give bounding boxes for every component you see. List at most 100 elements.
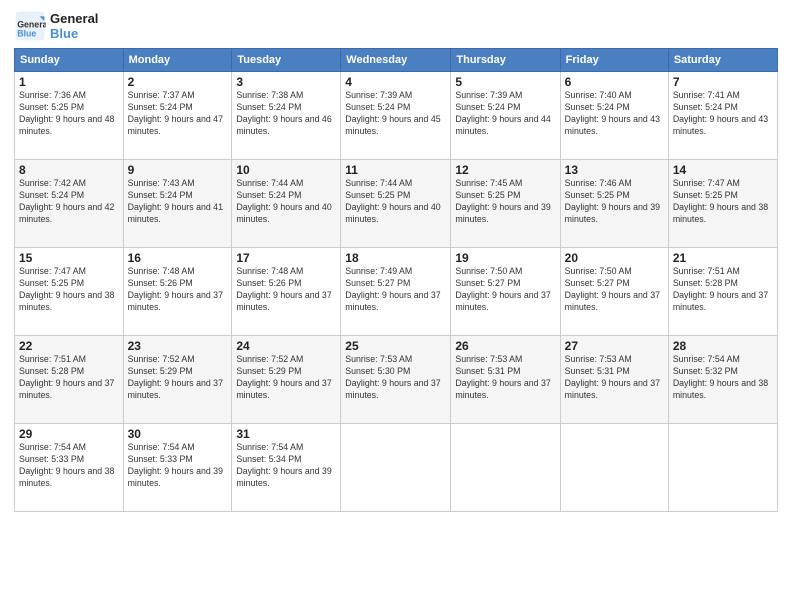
day-info: Sunrise: 7:39 AMSunset: 5:24 PMDaylight:… xyxy=(345,90,446,138)
calendar-cell: 12 Sunrise: 7:45 AMSunset: 5:25 PMDaylig… xyxy=(451,160,560,248)
weekday-header-sunday: Sunday xyxy=(15,49,124,72)
logo-text-line2: Blue xyxy=(50,26,98,41)
calendar-cell: 7 Sunrise: 7:41 AMSunset: 5:24 PMDayligh… xyxy=(668,72,777,160)
day-number: 5 xyxy=(455,75,555,89)
weekday-header-friday: Friday xyxy=(560,49,668,72)
weekday-header-row: SundayMondayTuesdayWednesdayThursdayFrid… xyxy=(15,49,778,72)
day-number: 9 xyxy=(128,163,228,177)
day-info: Sunrise: 7:46 AMSunset: 5:25 PMDaylight:… xyxy=(565,178,664,226)
calendar-cell xyxy=(341,424,451,512)
day-info: Sunrise: 7:47 AMSunset: 5:25 PMDaylight:… xyxy=(673,178,773,226)
calendar-table: SundayMondayTuesdayWednesdayThursdayFrid… xyxy=(14,48,778,512)
day-number: 13 xyxy=(565,163,664,177)
calendar-cell: 19 Sunrise: 7:50 AMSunset: 5:27 PMDaylig… xyxy=(451,248,560,336)
day-number: 10 xyxy=(236,163,336,177)
calendar-cell xyxy=(560,424,668,512)
calendar-cell: 28 Sunrise: 7:54 AMSunset: 5:32 PMDaylig… xyxy=(668,336,777,424)
calendar-cell: 22 Sunrise: 7:51 AMSunset: 5:28 PMDaylig… xyxy=(15,336,124,424)
weekday-header-monday: Monday xyxy=(123,49,232,72)
day-info: Sunrise: 7:51 AMSunset: 5:28 PMDaylight:… xyxy=(673,266,773,314)
day-number: 29 xyxy=(19,427,119,441)
day-info: Sunrise: 7:42 AMSunset: 5:24 PMDaylight:… xyxy=(19,178,119,226)
day-info: Sunrise: 7:53 AMSunset: 5:31 PMDaylight:… xyxy=(455,354,555,402)
day-info: Sunrise: 7:54 AMSunset: 5:34 PMDaylight:… xyxy=(236,442,336,490)
calendar-cell: 3 Sunrise: 7:38 AMSunset: 5:24 PMDayligh… xyxy=(232,72,341,160)
weekday-header-saturday: Saturday xyxy=(668,49,777,72)
day-info: Sunrise: 7:50 AMSunset: 5:27 PMDaylight:… xyxy=(565,266,664,314)
weekday-header-tuesday: Tuesday xyxy=(232,49,341,72)
calendar-week-row: 22 Sunrise: 7:51 AMSunset: 5:28 PMDaylig… xyxy=(15,336,778,424)
day-info: Sunrise: 7:49 AMSunset: 5:27 PMDaylight:… xyxy=(345,266,446,314)
calendar-cell xyxy=(451,424,560,512)
calendar-cell: 30 Sunrise: 7:54 AMSunset: 5:33 PMDaylig… xyxy=(123,424,232,512)
day-number: 20 xyxy=(565,251,664,265)
calendar-cell: 10 Sunrise: 7:44 AMSunset: 5:24 PMDaylig… xyxy=(232,160,341,248)
day-info: Sunrise: 7:44 AMSunset: 5:25 PMDaylight:… xyxy=(345,178,446,226)
day-number: 18 xyxy=(345,251,446,265)
day-info: Sunrise: 7:48 AMSunset: 5:26 PMDaylight:… xyxy=(236,266,336,314)
calendar-cell: 11 Sunrise: 7:44 AMSunset: 5:25 PMDaylig… xyxy=(341,160,451,248)
day-info: Sunrise: 7:48 AMSunset: 5:26 PMDaylight:… xyxy=(128,266,228,314)
calendar-week-row: 1 Sunrise: 7:36 AMSunset: 5:25 PMDayligh… xyxy=(15,72,778,160)
day-info: Sunrise: 7:52 AMSunset: 5:29 PMDaylight:… xyxy=(236,354,336,402)
calendar-week-row: 8 Sunrise: 7:42 AMSunset: 5:24 PMDayligh… xyxy=(15,160,778,248)
calendar-cell: 23 Sunrise: 7:52 AMSunset: 5:29 PMDaylig… xyxy=(123,336,232,424)
day-number: 6 xyxy=(565,75,664,89)
day-number: 1 xyxy=(19,75,119,89)
calendar-cell: 6 Sunrise: 7:40 AMSunset: 5:24 PMDayligh… xyxy=(560,72,668,160)
calendar-cell: 25 Sunrise: 7:53 AMSunset: 5:30 PMDaylig… xyxy=(341,336,451,424)
calendar-cell: 16 Sunrise: 7:48 AMSunset: 5:26 PMDaylig… xyxy=(123,248,232,336)
calendar-cell: 8 Sunrise: 7:42 AMSunset: 5:24 PMDayligh… xyxy=(15,160,124,248)
day-number: 24 xyxy=(236,339,336,353)
day-number: 26 xyxy=(455,339,555,353)
day-info: Sunrise: 7:36 AMSunset: 5:25 PMDaylight:… xyxy=(19,90,119,138)
calendar-cell: 1 Sunrise: 7:36 AMSunset: 5:25 PMDayligh… xyxy=(15,72,124,160)
calendar-cell: 17 Sunrise: 7:48 AMSunset: 5:26 PMDaylig… xyxy=(232,248,341,336)
day-number: 31 xyxy=(236,427,336,441)
day-number: 22 xyxy=(19,339,119,353)
day-number: 30 xyxy=(128,427,228,441)
day-info: Sunrise: 7:53 AMSunset: 5:30 PMDaylight:… xyxy=(345,354,446,402)
weekday-header-thursday: Thursday xyxy=(451,49,560,72)
calendar-cell: 24 Sunrise: 7:52 AMSunset: 5:29 PMDaylig… xyxy=(232,336,341,424)
day-info: Sunrise: 7:54 AMSunset: 5:32 PMDaylight:… xyxy=(673,354,773,402)
day-info: Sunrise: 7:38 AMSunset: 5:24 PMDaylight:… xyxy=(236,90,336,138)
calendar-week-row: 29 Sunrise: 7:54 AMSunset: 5:33 PMDaylig… xyxy=(15,424,778,512)
day-number: 19 xyxy=(455,251,555,265)
calendar-cell: 29 Sunrise: 7:54 AMSunset: 5:33 PMDaylig… xyxy=(15,424,124,512)
day-info: Sunrise: 7:53 AMSunset: 5:31 PMDaylight:… xyxy=(565,354,664,402)
day-number: 7 xyxy=(673,75,773,89)
day-number: 8 xyxy=(19,163,119,177)
calendar-cell: 9 Sunrise: 7:43 AMSunset: 5:24 PMDayligh… xyxy=(123,160,232,248)
day-number: 25 xyxy=(345,339,446,353)
day-info: Sunrise: 7:51 AMSunset: 5:28 PMDaylight:… xyxy=(19,354,119,402)
calendar-cell: 5 Sunrise: 7:39 AMSunset: 5:24 PMDayligh… xyxy=(451,72,560,160)
day-number: 3 xyxy=(236,75,336,89)
calendar-cell: 20 Sunrise: 7:50 AMSunset: 5:27 PMDaylig… xyxy=(560,248,668,336)
day-info: Sunrise: 7:41 AMSunset: 5:24 PMDaylight:… xyxy=(673,90,773,138)
day-number: 27 xyxy=(565,339,664,353)
svg-text:Blue: Blue xyxy=(17,28,36,38)
page-header: General Blue General Blue xyxy=(14,10,778,42)
calendar-cell: 26 Sunrise: 7:53 AMSunset: 5:31 PMDaylig… xyxy=(451,336,560,424)
calendar-cell: 31 Sunrise: 7:54 AMSunset: 5:34 PMDaylig… xyxy=(232,424,341,512)
day-number: 17 xyxy=(236,251,336,265)
day-info: Sunrise: 7:52 AMSunset: 5:29 PMDaylight:… xyxy=(128,354,228,402)
day-info: Sunrise: 7:43 AMSunset: 5:24 PMDaylight:… xyxy=(128,178,228,226)
day-number: 21 xyxy=(673,251,773,265)
logo-icon: General Blue xyxy=(14,10,46,42)
calendar-cell: 14 Sunrise: 7:47 AMSunset: 5:25 PMDaylig… xyxy=(668,160,777,248)
day-number: 28 xyxy=(673,339,773,353)
day-number: 4 xyxy=(345,75,446,89)
calendar-cell: 2 Sunrise: 7:37 AMSunset: 5:24 PMDayligh… xyxy=(123,72,232,160)
calendar-cell: 27 Sunrise: 7:53 AMSunset: 5:31 PMDaylig… xyxy=(560,336,668,424)
calendar-cell xyxy=(668,424,777,512)
logo: General Blue General Blue xyxy=(14,10,98,42)
day-number: 12 xyxy=(455,163,555,177)
calendar-cell: 15 Sunrise: 7:47 AMSunset: 5:25 PMDaylig… xyxy=(15,248,124,336)
day-info: Sunrise: 7:54 AMSunset: 5:33 PMDaylight:… xyxy=(128,442,228,490)
day-number: 16 xyxy=(128,251,228,265)
day-number: 14 xyxy=(673,163,773,177)
calendar-cell: 13 Sunrise: 7:46 AMSunset: 5:25 PMDaylig… xyxy=(560,160,668,248)
day-number: 15 xyxy=(19,251,119,265)
